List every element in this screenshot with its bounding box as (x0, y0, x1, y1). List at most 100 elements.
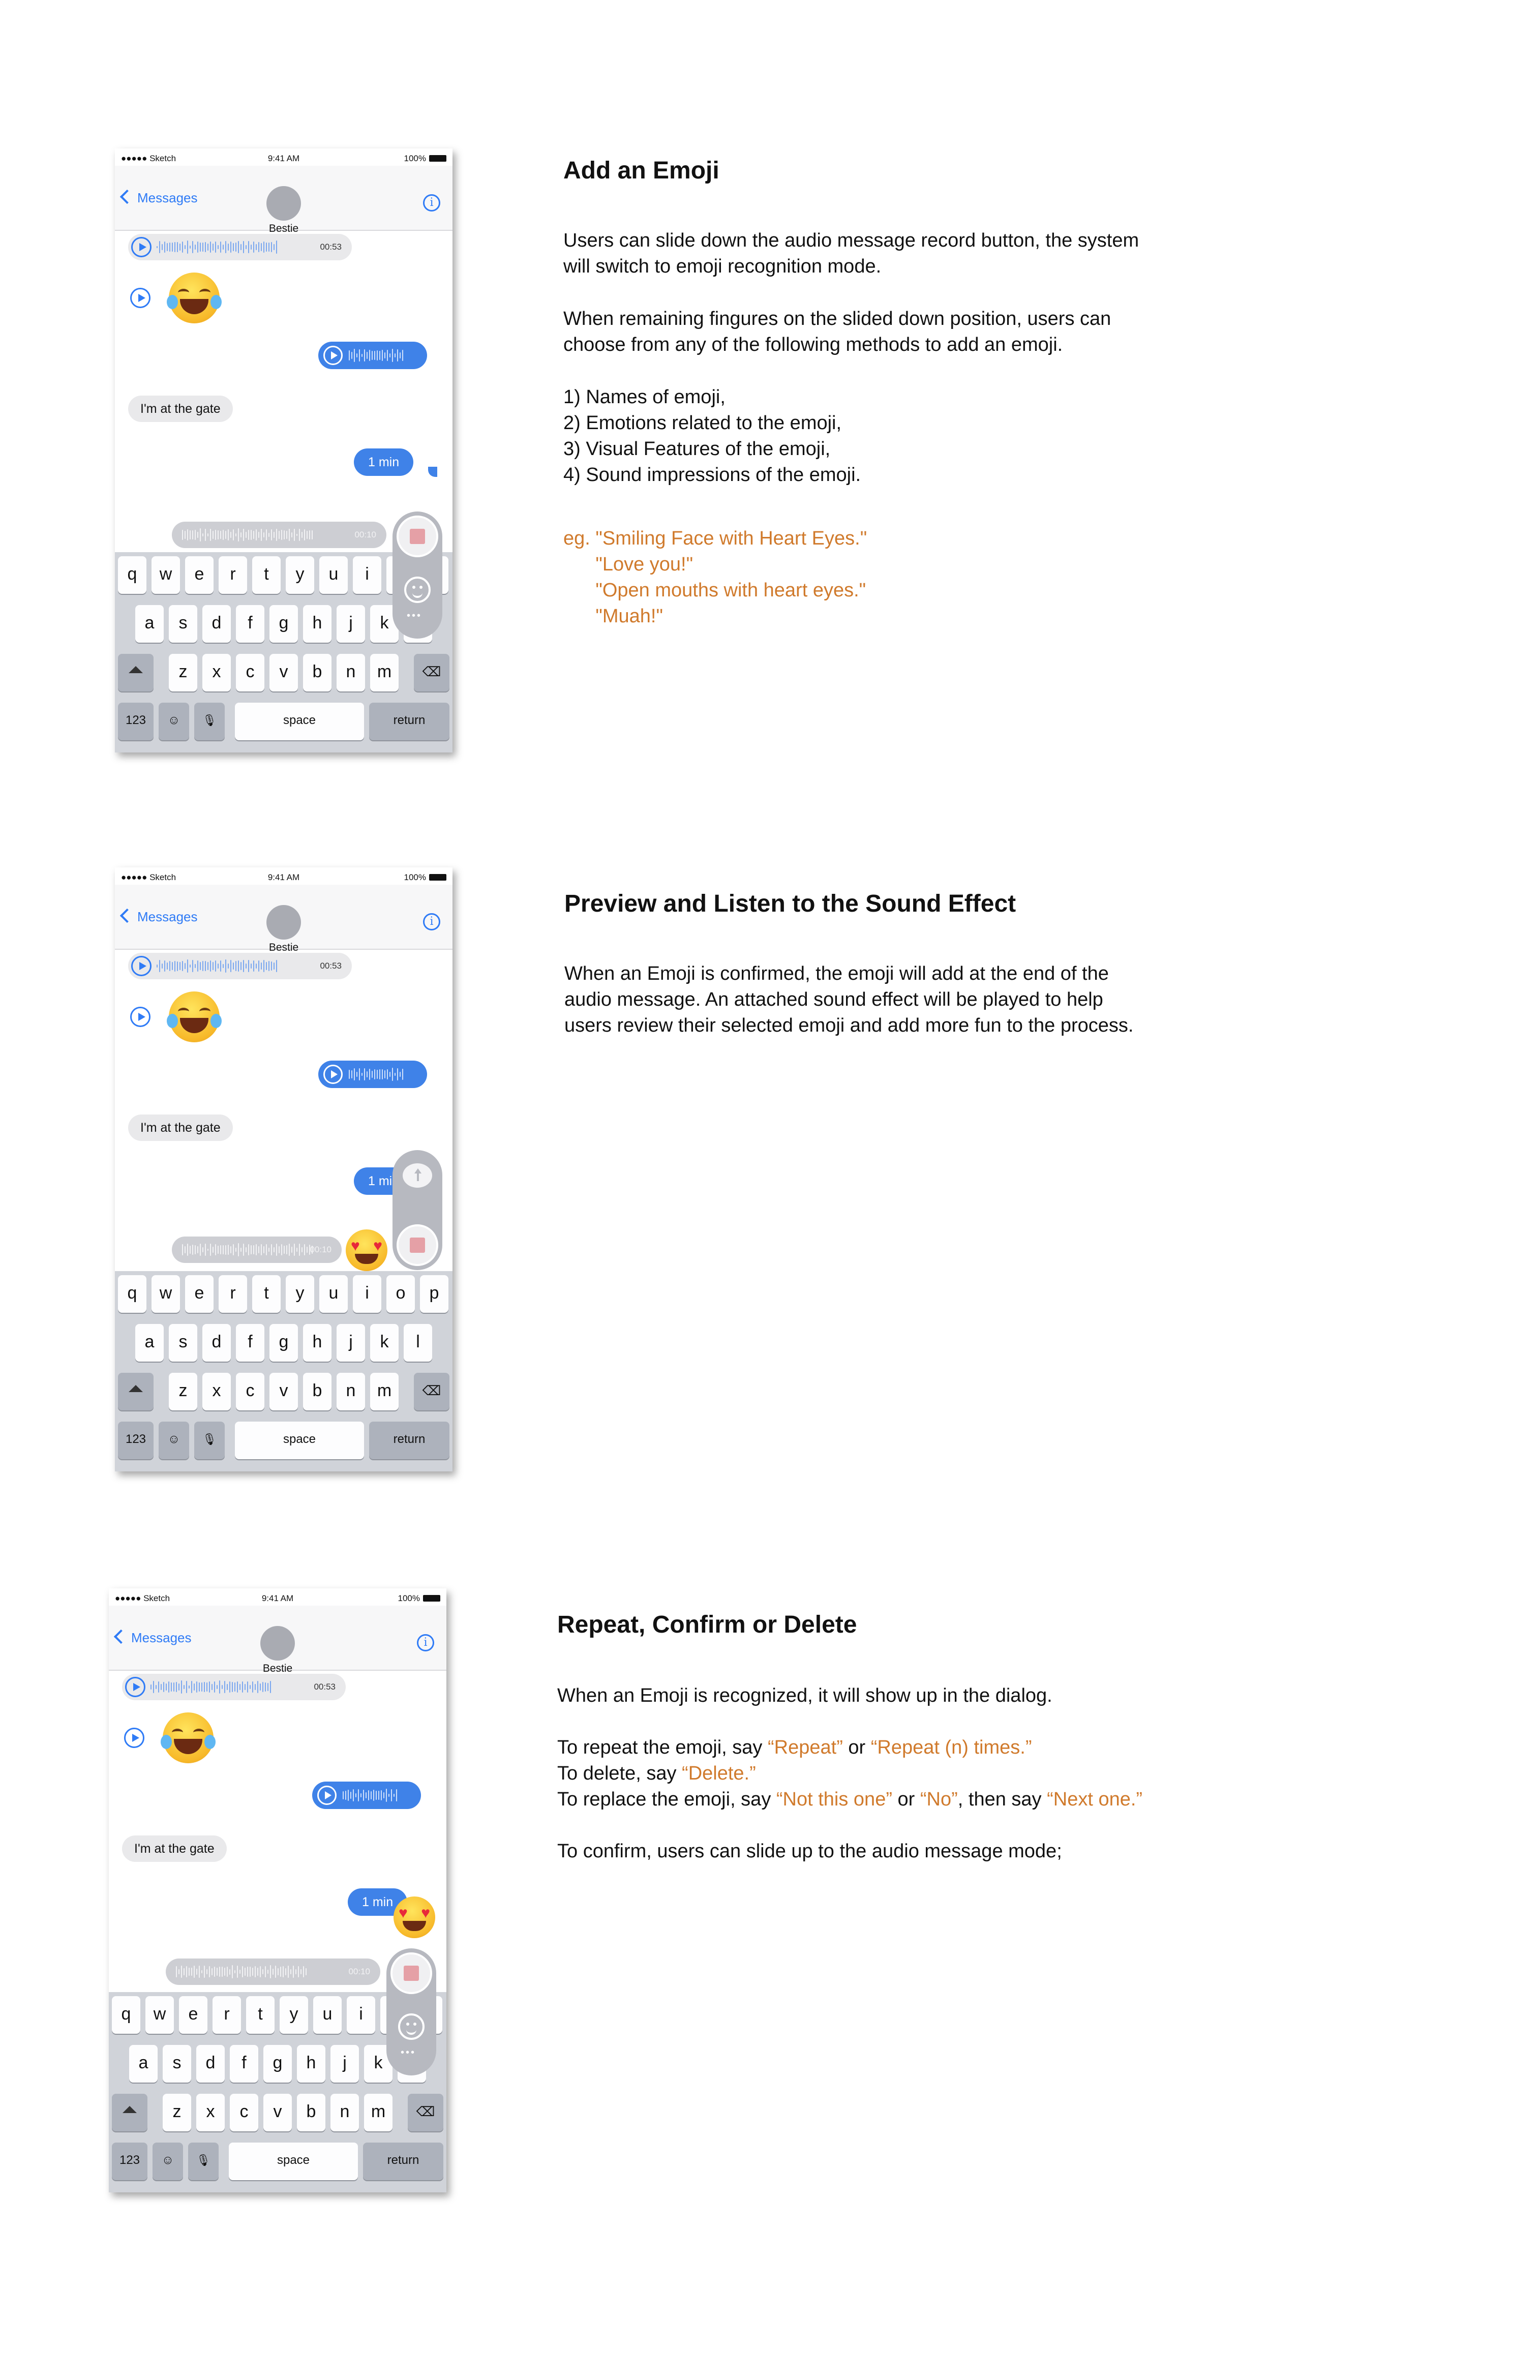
key-w[interactable]: w (145, 1996, 174, 2034)
back-button[interactable]: Messages (119, 908, 198, 925)
emoji-key-icon[interactable]: ☺ (159, 1422, 189, 1459)
key-i[interactable]: i (353, 1275, 381, 1313)
audio-message-sent[interactable] (312, 1782, 421, 1809)
numbers-key[interactable]: 123 (118, 703, 154, 740)
key-k[interactable]: k (370, 1324, 399, 1362)
return-key[interactable]: return (369, 1422, 449, 1459)
return-key[interactable]: return (363, 2143, 443, 2180)
play-icon[interactable] (130, 288, 150, 308)
audio-message-received[interactable]: 00:53 (122, 1674, 346, 1700)
key-i[interactable]: i (347, 1996, 375, 2034)
key-q[interactable]: q (118, 556, 146, 594)
key-h[interactable]: h (297, 2045, 325, 2083)
key-a[interactable]: a (135, 1324, 164, 1362)
key-z[interactable]: z (169, 654, 197, 691)
key-a[interactable]: a (129, 2045, 158, 2083)
key-w[interactable]: w (152, 1275, 180, 1313)
key-y[interactable]: y (286, 1275, 314, 1313)
stop-record-button[interactable] (397, 1224, 438, 1266)
key-v[interactable]: v (269, 654, 298, 691)
key-h[interactable]: h (303, 605, 331, 643)
key-w[interactable]: w (152, 556, 180, 594)
audio-message-sent[interactable] (318, 342, 427, 369)
play-icon[interactable] (317, 1786, 337, 1805)
key-z[interactable]: z (163, 2094, 191, 2131)
audio-message-received[interactable]: 00:53 (128, 953, 352, 979)
key-t[interactable]: t (252, 1275, 281, 1313)
emoji-key-icon[interactable]: ☺ (159, 703, 189, 740)
key-h[interactable]: h (303, 1324, 331, 1362)
key-m[interactable]: m (370, 1373, 399, 1410)
play-icon[interactable] (131, 956, 152, 976)
key-m[interactable]: m (364, 2094, 392, 2131)
key-c[interactable]: c (236, 1373, 264, 1410)
play-icon[interactable] (131, 237, 152, 257)
key-j[interactable]: j (337, 605, 365, 643)
stop-record-button[interactable] (390, 1952, 432, 1994)
key-e[interactable]: e (185, 1275, 214, 1313)
key-n[interactable]: n (330, 2094, 359, 2131)
key-t[interactable]: t (246, 1996, 275, 2034)
key-d[interactable]: d (202, 605, 231, 643)
record-slider[interactable] (392, 1150, 442, 1270)
key-g[interactable]: g (263, 2045, 292, 2083)
key-x[interactable]: x (196, 2094, 225, 2131)
key-n[interactable]: n (337, 654, 365, 691)
key-q[interactable]: q (112, 1996, 140, 2034)
avatar[interactable] (266, 905, 301, 940)
back-button[interactable]: Messages (113, 1629, 192, 1646)
microphone-key-icon[interactable]: 🎙 (194, 1422, 225, 1459)
space-key[interactable]: space (229, 2143, 358, 2180)
emoji-key-icon[interactable]: ☺ (153, 2143, 183, 2180)
key-d[interactable]: d (202, 1324, 231, 1362)
key-i[interactable]: i (353, 556, 381, 594)
key-j[interactable]: j (337, 1324, 365, 1362)
key-t[interactable]: t (252, 556, 281, 594)
key-e[interactable]: e (185, 556, 214, 594)
play-icon[interactable] (125, 1677, 145, 1697)
key-s[interactable]: s (163, 2045, 191, 2083)
play-icon[interactable] (124, 1728, 144, 1748)
key-y[interactable]: y (280, 1996, 308, 2034)
return-key[interactable]: return (369, 703, 449, 740)
info-icon[interactable]: i (423, 913, 440, 930)
key-r[interactable]: r (219, 556, 247, 594)
key-g[interactable]: g (269, 605, 298, 643)
shift-key[interactable] (118, 654, 154, 691)
key-f[interactable]: f (230, 2045, 258, 2083)
back-button[interactable]: Messages (119, 189, 198, 206)
key-y[interactable]: y (286, 556, 314, 594)
stop-record-button[interactable] (397, 516, 438, 557)
play-icon[interactable] (323, 1065, 343, 1084)
avatar[interactable] (260, 1626, 295, 1661)
key-x[interactable]: x (202, 654, 231, 691)
info-icon[interactable]: i (423, 194, 440, 212)
play-icon[interactable] (130, 1007, 150, 1027)
key-s[interactable]: s (169, 605, 197, 643)
microphone-key-icon[interactable]: 🎙 (188, 2143, 219, 2180)
key-f[interactable]: f (236, 605, 264, 643)
microphone-key-icon[interactable]: 🎙 (194, 703, 225, 740)
delete-key[interactable]: ⌫ (408, 2094, 443, 2131)
record-slider[interactable]: ••• (386, 1948, 436, 2075)
key-u[interactable]: u (319, 556, 348, 594)
key-n[interactable]: n (337, 1373, 365, 1410)
space-key[interactable]: space (235, 703, 364, 740)
key-g[interactable]: g (269, 1324, 298, 1362)
space-key[interactable]: space (235, 1422, 364, 1459)
key-m[interactable]: m (370, 654, 399, 691)
key-q[interactable]: q (118, 1275, 146, 1313)
key-v[interactable]: v (269, 1373, 298, 1410)
numbers-key[interactable]: 123 (118, 1422, 154, 1459)
delete-key[interactable]: ⌫ (414, 654, 449, 691)
audio-message-sent[interactable] (318, 1061, 427, 1088)
info-icon[interactable]: i (417, 1634, 434, 1651)
key-s[interactable]: s (169, 1324, 197, 1362)
key-e[interactable]: e (179, 1996, 207, 2034)
key-r[interactable]: r (219, 1275, 247, 1313)
key-b[interactable]: b (297, 2094, 325, 2131)
shift-key[interactable] (112, 2094, 147, 2131)
key-u[interactable]: u (319, 1275, 348, 1313)
shift-key[interactable] (118, 1373, 154, 1410)
delete-key[interactable]: ⌫ (414, 1373, 449, 1410)
